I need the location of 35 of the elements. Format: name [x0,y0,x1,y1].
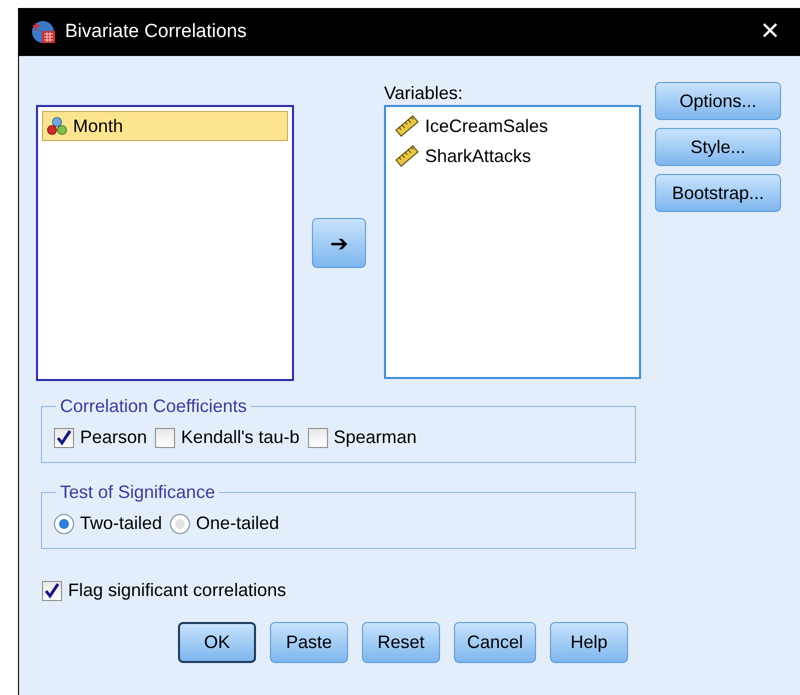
source-variable-list[interactable]: Month [36,105,294,381]
variables-label: Variables: [384,82,464,105]
option-label: Two-tailed [80,512,162,535]
window-title: Bivariate Correlations [65,20,248,44]
list-item[interactable]: Month [42,111,288,141]
checkbox[interactable] [42,580,62,600]
dialog-button[interactable]: Paste [270,622,348,663]
option-label: Pearson [80,426,148,449]
move-right-button[interactable]: ➔ [312,218,366,268]
group-title: Test of Significance [59,481,216,504]
radio-button[interactable] [54,514,74,534]
checkbox[interactable] [308,428,328,448]
circles-icon [47,117,67,135]
dialog-button[interactable]: Help [550,622,628,663]
side-button[interactable]: Options... [655,82,781,120]
side-button[interactable]: Bootstrap... [655,174,781,212]
option-label: Kendall's tau-b [181,426,300,449]
checkmark-icon [56,430,72,446]
checkmark-icon [44,582,60,598]
variables-list[interactable]: IceCreamSales SharkAttacks [384,105,641,379]
option-label: Spearman [334,426,417,449]
group-title: Correlation Coefficients [59,395,248,418]
list-item[interactable]: SharkAttacks [390,141,635,171]
dialog-button[interactable]: OK [178,622,256,663]
checkbox[interactable] [155,428,176,448]
dialog-button[interactable]: Cancel [454,622,536,663]
dialog-button[interactable]: Reset [362,622,440,663]
radio-button[interactable] [170,514,190,534]
option-label: Flag significant correlations [68,579,286,602]
app-icon [31,19,57,45]
checkbox[interactable] [54,428,74,448]
close-button[interactable]: ✕ [752,14,788,50]
list-item[interactable]: IceCreamSales [390,111,635,141]
option-label: One-tailed [196,512,280,535]
side-button[interactable]: Style... [655,128,781,166]
